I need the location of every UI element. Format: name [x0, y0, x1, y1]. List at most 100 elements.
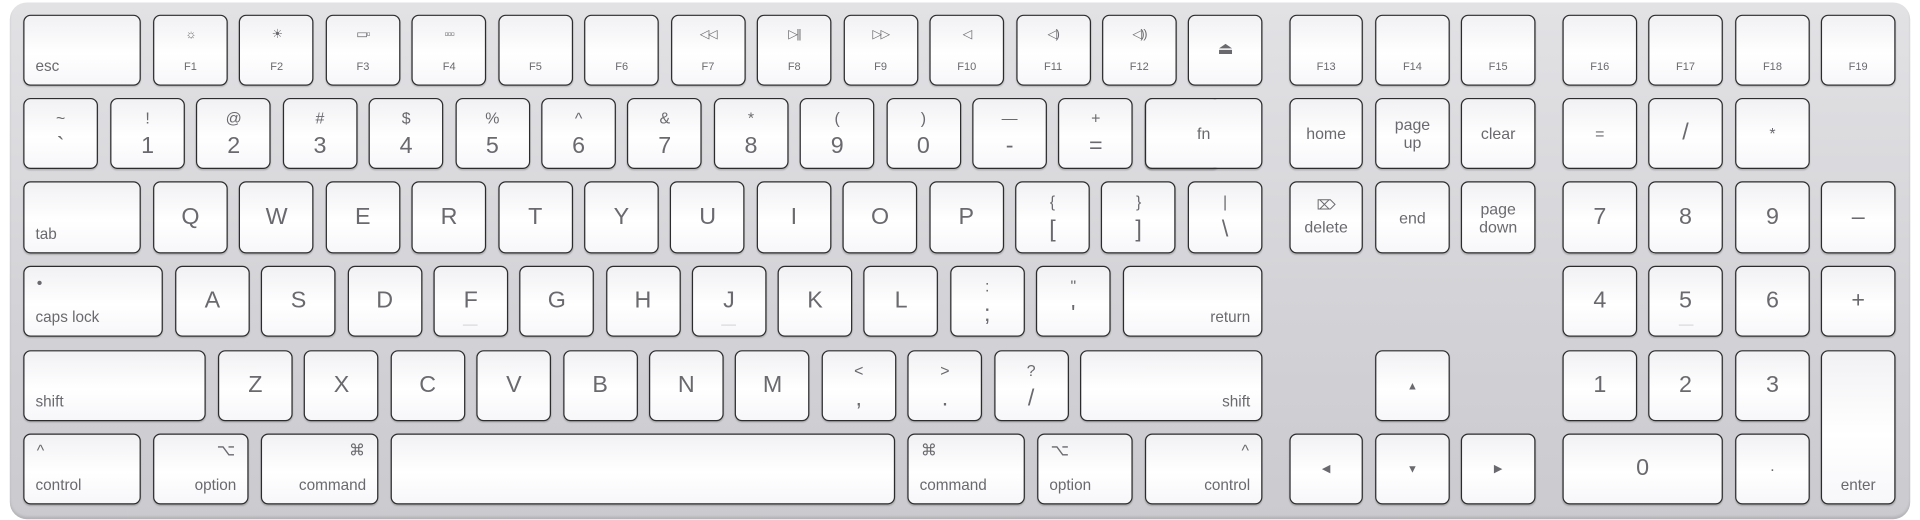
key--[interactable]: — - — [972, 97, 1047, 169]
key-2[interactable]: 2 — [1648, 350, 1723, 422]
key-8[interactable]: 8 — [1648, 181, 1723, 254]
key-f15[interactable]: F15 — [1460, 14, 1536, 86]
key-shift[interactable]: shift — [1080, 350, 1263, 422]
key-f16[interactable]: F16 — [1562, 14, 1638, 86]
key-g[interactable]: G — [519, 265, 595, 337]
key-z[interactable]: Z — [217, 350, 293, 422]
key-page-down[interactable]: page down — [1460, 181, 1536, 254]
key-space[interactable] — [390, 433, 896, 505]
key-down-arrow[interactable]: ▼ — [1375, 433, 1450, 505]
key-w[interactable]: W — [239, 181, 314, 254]
key-sym-1-12[interactable]: + = — [1058, 97, 1134, 169]
key-k[interactable]: K — [777, 265, 853, 337]
key-j[interactable]: J — [691, 265, 767, 337]
key-eject[interactable]: ⏏ — [1188, 14, 1263, 86]
key-f5[interactable]: F5 — [498, 14, 573, 86]
key-o[interactable]: O — [842, 181, 918, 254]
key-5[interactable]: 5 — [1648, 265, 1723, 337]
key-shift[interactable]: shift — [23, 350, 206, 422]
key-sym-4-9[interactable]: >. — [907, 350, 983, 422]
key-home[interactable]: home — [1289, 97, 1363, 169]
key-f7[interactable]: ◁◁ F7 — [670, 14, 746, 86]
key-caps-lock[interactable]: • caps lock — [23, 265, 163, 337]
key-sym-4-10[interactable]: ? / — [993, 350, 1069, 422]
key-4[interactable]: $4 — [368, 97, 444, 169]
key-f12[interactable]: ◁)) F12 — [1101, 14, 1177, 86]
key-u[interactable]: U — [670, 181, 745, 254]
key-up-arrow[interactable]: ▲ — [1375, 350, 1450, 422]
key-sym-5-11[interactable]: · — [1735, 433, 1810, 505]
key-control[interactable]: ^ control — [1144, 433, 1263, 505]
key-s[interactable]: S — [261, 265, 336, 337]
key-8[interactable]: * 8 — [713, 97, 789, 169]
key-option[interactable]: ⌥ option — [153, 433, 249, 505]
key-0[interactable]: 0 — [1562, 433, 1723, 505]
key-0[interactable]: ) 0 — [886, 97, 961, 169]
key-f3[interactable]: ▭▫ F3 — [325, 14, 401, 86]
key-f2[interactable]: ☀ F2 — [239, 14, 315, 86]
key-f17[interactable]: F17 — [1648, 14, 1723, 86]
key-fn[interactable]: fn — [1144, 97, 1263, 169]
key-v[interactable]: V — [476, 350, 552, 422]
key-f11[interactable]: ◁) F11 — [1015, 14, 1091, 86]
key-t[interactable]: T — [497, 181, 573, 254]
key-3[interactable]: #3 — [282, 97, 358, 169]
key-q[interactable]: Q — [153, 181, 228, 254]
key-6[interactable]: ^ 6 — [541, 97, 616, 169]
key-clear[interactable]: clear — [1460, 97, 1536, 169]
key-option[interactable]: ⌥ option — [1037, 433, 1133, 505]
key-sym-1-20[interactable]: * — [1735, 97, 1810, 169]
key-command[interactable]: ⌘ command — [260, 433, 379, 505]
key-end[interactable]: end — [1375, 181, 1450, 254]
key-control[interactable]: ^ control — [23, 433, 141, 505]
key-f19[interactable]: F19 — [1820, 14, 1896, 86]
key-f8[interactable]: ▷|| F8 — [756, 14, 832, 86]
key-sym-2-11[interactable]: {[ — [1015, 181, 1090, 254]
key-e[interactable]: E — [325, 181, 401, 254]
key-return[interactable]: return — [1122, 265, 1263, 337]
key-a[interactable]: A — [175, 265, 250, 337]
key-n[interactable]: N — [648, 350, 724, 422]
key-f14[interactable]: F14 — [1375, 14, 1450, 86]
key-y[interactable]: Y — [584, 181, 659, 254]
key-h[interactable]: H — [605, 265, 681, 337]
key-sym-3-10[interactable]: :; — [949, 265, 1025, 337]
key-c[interactable]: C — [390, 350, 466, 422]
key-p[interactable]: P — [928, 181, 1004, 254]
key-f18[interactable]: F18 — [1735, 14, 1810, 86]
key-d[interactable]: D — [347, 265, 422, 337]
key-7[interactable]: & 7 — [627, 97, 703, 169]
key-4[interactable]: 4 — [1562, 265, 1638, 337]
key-sym-1-0[interactable]: ~ ` — [23, 97, 98, 169]
key-r[interactable]: R — [411, 181, 487, 254]
key-l[interactable]: L — [863, 265, 939, 337]
key-b[interactable]: B — [562, 350, 638, 422]
key-tab[interactable]: tab — [23, 181, 141, 254]
key-i[interactable]: I — [756, 181, 832, 254]
key-sym-1-18[interactable]: = — [1562, 97, 1638, 169]
key-delete[interactable]: ⌦ delete — [1289, 181, 1363, 254]
key-left-arrow[interactable]: ◀ — [1289, 433, 1363, 505]
key-1[interactable]: ! 1 — [110, 97, 185, 169]
key-f10[interactable]: ◁ F10 — [929, 14, 1005, 86]
key-sym-2-13[interactable]: | \ — [1187, 181, 1263, 254]
key-command[interactable]: ⌘ command — [907, 433, 1025, 505]
key-sym-2-20[interactable]: – — [1820, 181, 1896, 254]
key-sym-3-11[interactable]: " ' — [1035, 265, 1111, 337]
key-page-up[interactable]: page up — [1375, 97, 1450, 169]
key-f6[interactable]: F6 — [584, 14, 660, 86]
key-sym-1-19[interactable]: / — [1648, 97, 1723, 169]
key-3[interactable]: 3 — [1735, 350, 1810, 422]
key-f4[interactable]: ▫▫▫ F4 — [411, 14, 487, 86]
key-sym-3-16[interactable]: + — [1820, 265, 1896, 337]
key-9[interactable]: (9 — [799, 97, 875, 169]
key-x[interactable]: X — [304, 350, 379, 422]
key-f13[interactable]: F13 — [1289, 14, 1363, 86]
key-right-arrow[interactable]: ▶ — [1460, 433, 1536, 505]
key-f9[interactable]: ▷▷ F9 — [843, 14, 918, 86]
key-esc[interactable]: esc — [23, 14, 141, 86]
key-sym-4-8[interactable]: <, — [821, 350, 897, 422]
key-1[interactable]: 1 — [1562, 350, 1638, 422]
key-5[interactable]: % 5 — [455, 97, 530, 169]
key-f1[interactable]: ☼ F1 — [153, 14, 228, 86]
